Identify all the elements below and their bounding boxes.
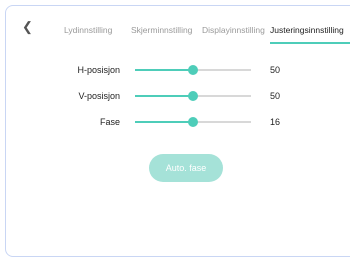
- phase-slider-knob[interactable]: [188, 117, 198, 127]
- tab-displayinnstilling[interactable]: Displayinnstilling: [202, 23, 265, 37]
- phase-slider-fill: [135, 121, 193, 123]
- v-position-label: V-posisjon: [78, 91, 120, 101]
- h-position-slider-knob[interactable]: [188, 65, 198, 75]
- v-position-value: 50: [270, 91, 281, 101]
- auto-phase-button[interactable]: Auto. fase: [149, 154, 223, 182]
- settings-panel: ❮ Lydinnstilling Skjerminnstilling Displ…: [5, 5, 350, 257]
- h-position-slider[interactable]: [135, 65, 251, 75]
- phase-label: Fase: [99, 117, 120, 127]
- v-position-slider[interactable]: [135, 91, 251, 101]
- h-position-slider-fill: [135, 69, 193, 71]
- tab-justeringsinnstilling[interactable]: Justeringsinnstilling: [270, 23, 344, 37]
- v-position-slider-knob[interactable]: [188, 91, 198, 101]
- tab-lydinnstilling[interactable]: Lydinnstilling: [64, 23, 112, 37]
- h-position-value: 50: [270, 65, 281, 75]
- chevron-left-icon[interactable]: ❮: [22, 20, 34, 34]
- active-tab-indicator: [270, 42, 350, 44]
- h-position-label: H-posisjon: [77, 65, 120, 75]
- phase-value: 16: [270, 117, 281, 127]
- phase-slider[interactable]: [135, 117, 251, 127]
- v-position-slider-fill: [135, 95, 193, 97]
- tab-skjerminnstilling[interactable]: Skjerminnstilling: [131, 23, 192, 37]
